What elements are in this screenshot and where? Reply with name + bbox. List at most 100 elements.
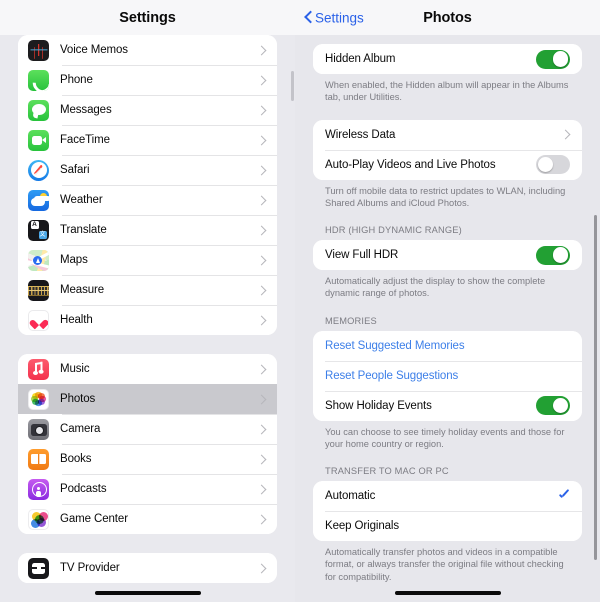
- sidebar-item-maps[interactable]: Maps: [18, 245, 277, 275]
- settings-card: Hidden Album: [313, 44, 582, 74]
- setting-row-label: Keep Originals: [325, 520, 400, 533]
- chevron-right-icon: [260, 135, 266, 145]
- weather-icon: [28, 189, 49, 211]
- home-indicator-left: [94, 591, 201, 595]
- chevron-left-icon: [305, 12, 312, 24]
- sidebar-item-label: Translate: [60, 224, 107, 236]
- checkmark-icon: [558, 490, 570, 502]
- section-footnote: When enabled, the Hidden album will appe…: [325, 80, 569, 103]
- sidebar-item-photos[interactable]: Photos: [18, 384, 277, 414]
- camera-icon: [28, 418, 49, 440]
- sidebar-item-voice-memos[interactable]: Voice Memos: [18, 35, 277, 65]
- setting-row-view-full-hdr[interactable]: View Full HDR: [313, 240, 582, 271]
- chevron-right-icon: [260, 315, 266, 325]
- music-icon: [28, 358, 49, 380]
- settings-list-pane: Settings Voice Memos Phone Messages FaceTim…: [0, 0, 295, 602]
- sidebar-item-podcasts[interactable]: Podcasts: [18, 474, 277, 504]
- toggle-knob: [552, 247, 569, 263]
- setting-row-reset-suggested-memories[interactable]: Reset Suggested Memories: [313, 330, 582, 361]
- section-footnote: Automatically adjust the display to show…: [325, 276, 546, 299]
- chevron-right-icon: [564, 130, 570, 140]
- voice-memos-icon: [28, 39, 49, 61]
- sidebar-item-health[interactable]: Health: [18, 305, 277, 335]
- sidebar-item-facetime[interactable]: FaceTime: [18, 125, 277, 155]
- chevron-right-icon: [260, 285, 266, 295]
- sidebar-item-label: Podcasts: [60, 483, 107, 495]
- setting-row-label: Auto-Play Videos and Live Photos: [325, 158, 496, 171]
- chevron-right-icon: [260, 394, 266, 404]
- chevron-right-icon: [260, 165, 266, 175]
- chevron-right-icon: [260, 255, 266, 265]
- phone-icon: [28, 69, 49, 91]
- sidebar-item-label: Health: [60, 314, 93, 326]
- sidebar-item-tv-provider[interactable]: TV Provider: [18, 553, 277, 583]
- sidebar-item-weather[interactable]: Weather: [18, 185, 277, 215]
- sidebar-item-camera[interactable]: Camera: [18, 414, 277, 444]
- setting-row-label: Wireless Data: [325, 128, 396, 141]
- measure-icon: [28, 279, 49, 301]
- sidebar-item-label: Music: [60, 363, 90, 375]
- setting-row-keep-originals[interactable]: Keep Originals: [313, 511, 582, 542]
- chevron-right-icon: [260, 454, 266, 464]
- setting-row-wireless-data[interactable]: Wireless Data: [313, 119, 582, 150]
- sidebar-item-safari[interactable]: Safari: [18, 155, 277, 185]
- sidebar-item-translate[interactable]: Translate: [18, 215, 277, 245]
- setting-row-label: Automatic: [325, 490, 376, 503]
- setting-row-hidden-album[interactable]: Hidden Album: [313, 44, 582, 74]
- health-icon: [28, 309, 49, 331]
- toggle-switch[interactable]: [536, 155, 570, 175]
- left-scroll-area[interactable]: Voice Memos Phone Messages FaceTime Safari We…: [0, 35, 295, 602]
- chevron-right-icon: [260, 364, 266, 374]
- section-header: HDR (HIGH DYNAMIC RANGE): [325, 225, 462, 236]
- sidebar-item-messages[interactable]: Messages: [18, 95, 277, 125]
- home-indicator-right: [394, 591, 501, 595]
- dual-pane-settings-screen: Settings Voice Memos Phone Messages FaceTim…: [0, 0, 600, 602]
- sidebar-item-label: Photos: [60, 393, 96, 405]
- sidebar-item-books[interactable]: Books: [18, 444, 277, 474]
- right-scrollbar[interactable]: [594, 215, 597, 560]
- sidebar-item-label: Voice Memos: [60, 44, 128, 56]
- toggle-knob: [552, 397, 569, 414]
- section-footnote: You can choose to see timely holiday eve…: [325, 426, 565, 449]
- sidebar-item-measure[interactable]: Measure: [18, 275, 277, 305]
- back-button-label: Settings: [315, 10, 364, 25]
- chevron-right-icon: [260, 514, 266, 524]
- sidebar-item-game-center[interactable]: Game Center: [18, 504, 277, 534]
- back-button[interactable]: Settings: [305, 10, 364, 25]
- toggle-switch[interactable]: [536, 245, 570, 265]
- sidebar-item-music[interactable]: Music: [18, 354, 277, 384]
- books-icon: [28, 448, 49, 470]
- sidebar-item-label: FaceTime: [60, 134, 110, 146]
- chevron-right-icon: [260, 424, 266, 434]
- setting-row-label: Hidden Album: [325, 53, 396, 65]
- game-center-icon: [28, 508, 49, 530]
- toggle-switch[interactable]: [536, 49, 570, 69]
- sidebar-item-label: TV Provider: [60, 562, 120, 574]
- podcasts-icon: [28, 478, 49, 500]
- photos-icon: [28, 388, 49, 410]
- setting-row-auto-play-videos-and-live-photos[interactable]: Auto-Play Videos and Live Photos: [313, 149, 582, 180]
- tv-provider-icon: [28, 557, 49, 579]
- setting-row-reset-people-suggestions[interactable]: Reset People Suggestions: [313, 360, 582, 391]
- left-scrollbar[interactable]: [291, 71, 294, 101]
- setting-row-automatic[interactable]: Automatic: [313, 481, 582, 512]
- setting-row-label: Show Holiday Events: [325, 399, 432, 412]
- sidebar-item-phone[interactable]: Phone: [18, 65, 277, 95]
- toggle-switch[interactable]: [536, 396, 570, 416]
- section-footnote: Turn off mobile data to restrict updates…: [325, 185, 566, 208]
- translate-icon: [28, 219, 49, 241]
- right-scroll-area[interactable]: Hidden Album When enabled, the Hidden alb…: [295, 35, 600, 602]
- section-header: MEMORIES: [325, 315, 377, 326]
- sidebar-item-label: Measure: [60, 284, 105, 296]
- settings-card: Reset Suggested Memories Reset People Sug…: [313, 330, 582, 421]
- sidebar-item-label: Messages: [60, 104, 112, 116]
- chevron-right-icon: [260, 484, 266, 494]
- safari-icon: [28, 159, 49, 181]
- setting-row-show-holiday-events[interactable]: Show Holiday Events: [313, 390, 582, 421]
- chevron-right-icon: [260, 225, 266, 235]
- setting-row-label: View Full HDR: [325, 249, 399, 262]
- sidebar-item-label: Books: [60, 453, 92, 465]
- sidebar-item-label: Safari: [60, 164, 90, 176]
